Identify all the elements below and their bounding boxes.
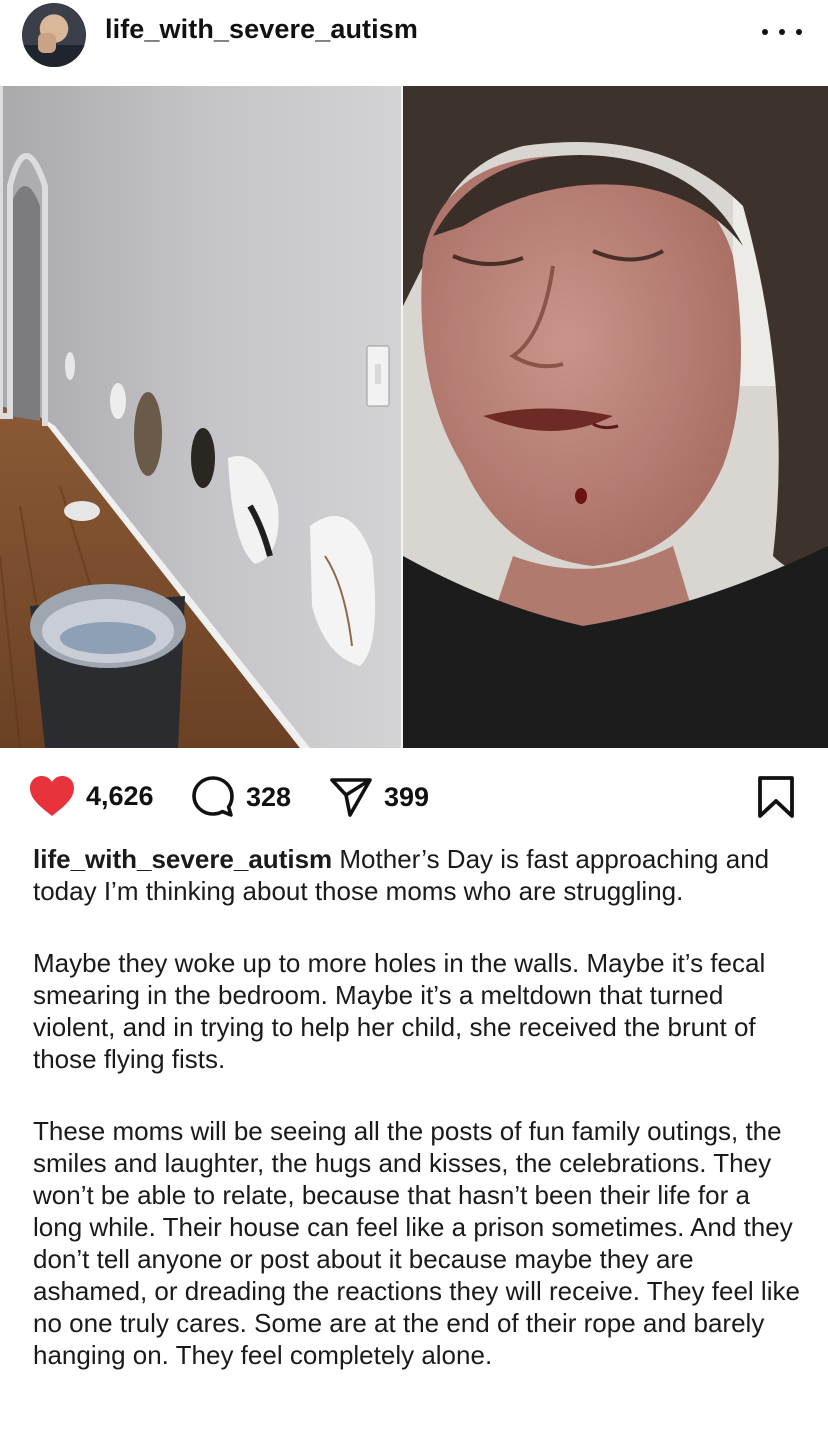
caption-paragraph: life_with_severe_autism Mother’s Day is …	[33, 843, 803, 907]
ellipsis-dot	[779, 29, 785, 35]
share-count: 399	[384, 781, 430, 812]
comment-icon[interactable]	[190, 774, 236, 820]
avatar[interactable]	[22, 3, 86, 67]
like-button[interactable]: 4,626	[28, 774, 154, 818]
save-button[interactable]	[756, 775, 796, 819]
post-caption: life_with_severe_autism Mother’s Day is …	[33, 843, 803, 1411]
comment-count: 328	[246, 781, 292, 812]
post-header: life_with_severe_autism	[0, 0, 828, 86]
ellipsis-dot	[796, 29, 802, 35]
avatar-hand	[38, 33, 56, 53]
caption-paragraph: Maybe they woke up to more holes in the …	[33, 948, 766, 1074]
bookmark-icon[interactable]	[756, 775, 796, 819]
hallway-wall-photo	[0, 86, 401, 748]
post-image[interactable]	[0, 86, 828, 748]
heart-icon[interactable]	[28, 774, 76, 818]
comment-button[interactable]: 328	[190, 774, 291, 820]
caption-paragraph: These moms will be seeing all the posts …	[33, 1116, 800, 1370]
action-bar: 4,626 328 399	[0, 748, 828, 844]
like-count: 4,626	[86, 780, 154, 811]
paper-plane-icon[interactable]	[328, 774, 374, 820]
injured-face-photo	[403, 86, 828, 748]
ellipsis-dot	[762, 29, 768, 35]
caption-username[interactable]: life_with_severe_autism	[33, 844, 332, 874]
post-username[interactable]: life_with_severe_autism	[105, 14, 418, 45]
ellipsis-icon[interactable]	[762, 22, 802, 42]
share-button[interactable]: 399	[328, 774, 429, 820]
